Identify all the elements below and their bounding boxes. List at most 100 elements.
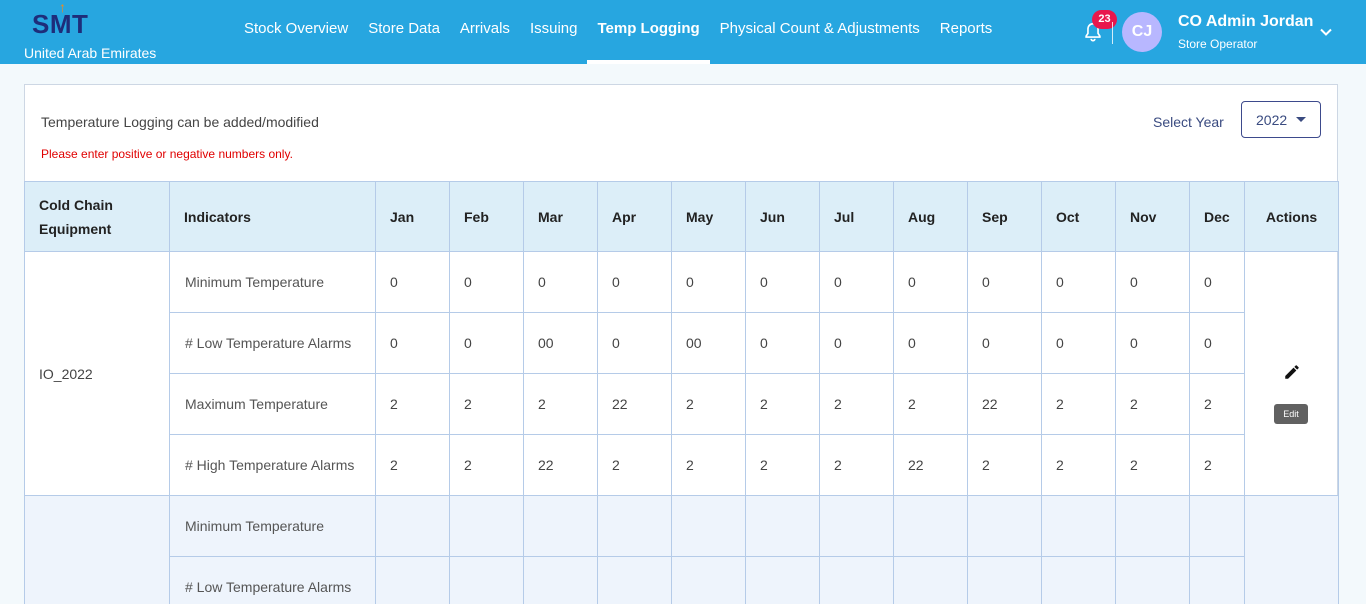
value-cell: 0 [597, 312, 672, 374]
value-cell: 0 [449, 251, 524, 313]
value-cell: 0 [967, 312, 1042, 374]
user-role: Store Operator [1178, 37, 1258, 51]
value-cell: 22 [597, 373, 672, 435]
indicator-cell: # High Temperature Alarms [169, 434, 376, 496]
value-cell [819, 556, 894, 604]
value-cell [671, 556, 746, 604]
value-cell: 00 [523, 312, 598, 374]
value-cell: 2 [671, 434, 746, 496]
value-cell: 2 [523, 373, 598, 435]
actions-cell [1244, 495, 1339, 604]
value-cell: 2 [745, 434, 820, 496]
indicator-cell: Maximum Temperature [169, 373, 376, 435]
value-cell: 2 [1041, 373, 1116, 435]
value-cell [819, 495, 894, 557]
nav-temp-logging[interactable]: Temp Logging [587, 0, 710, 64]
temp-logging-table: Cold Chain Equipment Indicators Jan Feb … [24, 181, 1339, 604]
table-row: IO_2022 Minimum Temperature 0 0 0 0 0 0 0 0 0 0 0 0 Ed… [24, 251, 1339, 496]
value-cell: 0 [745, 312, 820, 374]
nav-arrivals[interactable]: Arrivals [450, 0, 520, 64]
value-cell [1041, 556, 1116, 604]
col-header-mar: Mar [523, 181, 598, 252]
nav-physical-count[interactable]: Physical Count & Adjustments [710, 0, 930, 64]
value-cell: 2 [375, 373, 450, 435]
col-header-actions: Actions [1244, 181, 1339, 252]
value-cell: 0 [967, 251, 1042, 313]
indicator-cell: Minimum Temperature [169, 495, 376, 557]
value-cell [893, 556, 968, 604]
value-cell: 00 [671, 312, 746, 374]
value-cell: 0 [745, 251, 820, 313]
col-header-may: May [671, 181, 746, 252]
equipment-cell: IO_2022 [24, 251, 170, 496]
value-cell: 0 [375, 251, 450, 313]
value-cell [1189, 556, 1245, 604]
value-cell: 2 [1189, 373, 1245, 435]
col-header-sep: Sep [967, 181, 1042, 252]
value-cell [523, 556, 598, 604]
indicator-cell: # Low Temperature Alarms [169, 556, 376, 604]
value-cell: 2 [745, 373, 820, 435]
country-name: United Arab Emirates [24, 45, 157, 61]
edit-tooltip: Edit [1274, 404, 1308, 424]
year-select[interactable]: 2022 [1241, 101, 1321, 138]
equipment-cell [24, 495, 170, 604]
value-cell [597, 495, 672, 557]
value-cell [967, 495, 1042, 557]
value-cell: 0 [819, 312, 894, 374]
value-cell [1041, 495, 1116, 557]
value-cell [893, 495, 968, 557]
logo-arrow-icon: ↑ [59, 0, 67, 15]
avatar[interactable]: CJ [1122, 12, 1162, 52]
header-divider [1112, 22, 1113, 44]
value-cell: 2 [1115, 434, 1190, 496]
value-cell [745, 495, 820, 557]
table-row: Maximum Temperature 2 2 2 22 2 2 2 2 22 2 2 2 [25, 373, 1339, 435]
pencil-icon[interactable] [1283, 363, 1301, 381]
caret-down-icon [1296, 117, 1306, 122]
col-header-dec: Dec [1189, 181, 1245, 252]
value-cell [745, 556, 820, 604]
value-cell: 0 [1189, 251, 1245, 313]
value-cell: 22 [523, 434, 598, 496]
chevron-down-icon[interactable] [1318, 24, 1334, 40]
value-cell: 0 [597, 251, 672, 313]
table-row: # High Temperature Alarms 2 2 22 2 2 2 2 22 2 2 2 2 [25, 434, 1339, 496]
value-cell [967, 556, 1042, 604]
year-label: Select Year [1153, 114, 1224, 130]
value-cell: 0 [893, 251, 968, 313]
value-cell: 2 [671, 373, 746, 435]
nav-stock-overview[interactable]: Stock Overview [234, 0, 358, 64]
nav-issuing[interactable]: Issuing [520, 0, 588, 64]
value-cell [449, 495, 524, 557]
nav-store-data[interactable]: Store Data [358, 0, 450, 64]
value-cell [375, 556, 450, 604]
col-header-jun: Jun [745, 181, 820, 252]
value-cell: 2 [819, 434, 894, 496]
col-header-equipment: Cold Chain Equipment [24, 181, 170, 252]
col-header-jul: Jul [819, 181, 894, 252]
table-header-row: Cold Chain Equipment Indicators Jan Feb … [24, 181, 1339, 252]
value-cell: 0 [375, 312, 450, 374]
value-cell: 0 [523, 251, 598, 313]
value-cell: 22 [893, 434, 968, 496]
value-cell [597, 556, 672, 604]
app-logo[interactable]: ↑ SMT [32, 0, 88, 40]
value-cell: 2 [893, 373, 968, 435]
main-nav: Stock Overview Store Data Arrivals Issui… [234, 0, 1002, 64]
table-row: Minimum Temperature [24, 495, 1339, 604]
actions-cell: Edit [1244, 251, 1339, 496]
value-cell: 2 [449, 373, 524, 435]
table-row: # Low Temperature Alarms 0 0 00 0 00 0 0 0 0 0 0 0 [25, 312, 1339, 374]
value-cell: 2 [967, 434, 1042, 496]
indicator-cell: # Low Temperature Alarms [169, 312, 376, 374]
user-name[interactable]: CO Admin Jordan [1178, 13, 1313, 31]
col-header-oct: Oct [1041, 181, 1116, 252]
col-header-nov: Nov [1115, 181, 1190, 252]
info-text: Temperature Logging can be added/modifie… [41, 114, 319, 130]
value-cell [375, 495, 450, 557]
temp-logging-card: Temperature Logging can be added/modifie… [24, 84, 1339, 604]
value-cell: 2 [375, 434, 450, 496]
nav-reports[interactable]: Reports [930, 0, 1003, 64]
value-cell: 0 [1041, 312, 1116, 374]
